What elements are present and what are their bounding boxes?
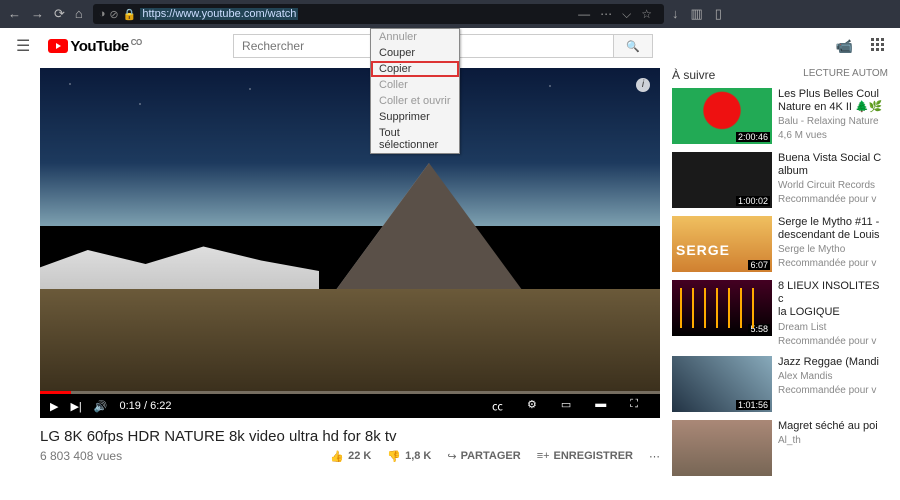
share-button[interactable]: ↪ PARTAGER (447, 450, 520, 463)
view-count: 6 803 408 vues (40, 449, 122, 463)
suggestion-item[interactable]: 1:00:02 Buena Vista Social CalbumWorld C… (672, 152, 888, 208)
suggestions-column: À suivre LECTURE AUTOM 2:00:46 Les Plus … (672, 68, 888, 500)
tracking-shield-icon: ◑ (99, 8, 106, 20)
up-next-header: À suivre LECTURE AUTOM (672, 68, 888, 88)
sidebar-icon[interactable]: ▯ (715, 6, 722, 22)
hamburger-icon[interactable]: ☰ (16, 36, 30, 56)
up-next-label: À suivre (672, 68, 715, 82)
youtube-logo[interactable]: YouTube CO (48, 38, 141, 55)
theater-icon[interactable]: ▬ (595, 398, 606, 414)
ctx-cut[interactable]: Couper (371, 45, 459, 61)
suggestion-item[interactable]: 6:07 Serge le Mytho #11 -descendant de L… (672, 216, 888, 272)
browser-nav: ← → ⟳ ⌂ (8, 6, 83, 22)
time-display: 0:19 / 6:22 (120, 400, 172, 412)
context-menu[interactable]: Annuler Couper Copier Coller Coller et o… (370, 28, 460, 154)
reload-button[interactable]: ⟳ (54, 6, 65, 22)
back-button[interactable]: ← (8, 6, 21, 22)
ctx-copy[interactable]: Copier (371, 61, 459, 77)
browser-right-icons: ↓ ▥ ▯ (672, 6, 892, 22)
bookmark-star-icon[interactable]: ☆ (641, 7, 652, 22)
address-bar[interactable]: ◑ ⊘ 🔒 https://www.youtube.com/watch — ⋯ … (93, 4, 664, 24)
permission-icon: ⊘ (109, 8, 118, 21)
miniplayer-icon[interactable]: ▭ (561, 398, 571, 414)
like-button[interactable]: 👍 22 K (330, 450, 371, 463)
volume-icon[interactable]: 🔊 (94, 400, 108, 413)
suggestion-item[interactable]: 1:01:56 Jazz Reggae (MandiAlex MandisRec… (672, 356, 888, 412)
more-actions-icon[interactable]: ⋯ (649, 450, 660, 463)
url-text: https://www.youtube.com/watch (140, 8, 298, 20)
subtitles-icon[interactable]: ㏄ (492, 398, 503, 414)
suggestion-item[interactable]: Magret séché au poiAl_th (672, 420, 888, 476)
ctx-paste-go[interactable]: Coller et ouvrir (371, 93, 459, 109)
video-player[interactable]: i ▶ ▶| 🔊 0:19 / 6:22 ㏄ ⚙ ▭ ▬ ⛶ (40, 68, 660, 418)
search-button[interactable]: 🔍 (613, 34, 653, 58)
home-button[interactable]: ⌂ (75, 6, 83, 22)
thumbnail[interactable]: 6:07 (672, 216, 772, 272)
video-title: LG 8K 60fps HDR NATURE 8k video ultra hd… (40, 428, 660, 445)
lock-icon: 🔒 (123, 8, 137, 21)
save-button[interactable]: ≡+ ENREGISTRER (537, 450, 633, 463)
video-actions: 👍 22 K 👎 1,8 K ↪ PARTAGER ≡+ ENREGISTRER… (330, 450, 660, 463)
settings-gear-icon[interactable]: ⚙ (527, 398, 537, 414)
page-actions-icon[interactable]: ⋯ (600, 7, 612, 22)
thumbnail[interactable]: 1:00:02 (672, 152, 772, 208)
player-controls: ▶ ▶| 🔊 0:19 / 6:22 ㏄ ⚙ ▭ ▬ ⛶ (40, 394, 660, 418)
create-video-icon[interactable]: 📹 (836, 38, 853, 55)
next-button[interactable]: ▶| (70, 400, 81, 413)
fullscreen-icon[interactable]: ⛶ (630, 398, 638, 414)
suggestion-item[interactable]: 2:00:46 Les Plus Belles CoulNature en 4K… (672, 88, 888, 144)
header-actions: 📹 (836, 38, 884, 55)
forward-button[interactable]: → (31, 6, 44, 22)
thumbnail[interactable]: 5:58 (672, 280, 772, 336)
video-frame-ground (40, 289, 660, 394)
video-frame-stars (50, 74, 650, 144)
thumbnail[interactable]: 2:00:46 (672, 88, 772, 144)
logo-text: YouTube (70, 38, 128, 55)
youtube-play-icon (48, 39, 68, 53)
library-icon[interactable]: ▥ (691, 6, 703, 22)
urlbar-actions: — ⋯ ⌵ ☆ (578, 7, 652, 22)
video-column: i ▶ ▶| 🔊 0:19 / 6:22 ㏄ ⚙ ▭ ▬ ⛶ LG 8K 60f… (40, 68, 660, 500)
apps-grid-icon[interactable] (871, 38, 884, 55)
thumbnail[interactable]: 1:01:56 (672, 356, 772, 412)
autoplay-label[interactable]: LECTURE AUTOM (803, 68, 888, 82)
play-button[interactable]: ▶ (50, 400, 58, 413)
dislike-button[interactable]: 👎 1,8 K (387, 450, 431, 463)
info-card-icon[interactable]: i (636, 78, 650, 92)
ctx-undo[interactable]: Annuler (371, 29, 459, 45)
ctx-delete[interactable]: Supprimer (371, 109, 459, 125)
reader-icon[interactable]: — (578, 7, 590, 22)
pocket-icon[interactable]: ⌵ (622, 7, 631, 22)
browser-chrome: ← → ⟳ ⌂ ◑ ⊘ 🔒 https://www.youtube.com/wa… (0, 0, 900, 28)
video-meta-row: 6 803 408 vues 👍 22 K 👎 1,8 K ↪ PARTAGER… (40, 449, 660, 463)
downloads-icon[interactable]: ↓ (672, 6, 679, 22)
thumbnail[interactable] (672, 420, 772, 476)
suggestion-item[interactable]: 5:58 8 LIEUX INSOLITES cla LOGIQUEDream … (672, 280, 888, 348)
ctx-paste[interactable]: Coller (371, 77, 459, 93)
ctx-select-all[interactable]: Tout sélectionner (371, 125, 459, 153)
logo-region: CO (131, 38, 142, 47)
